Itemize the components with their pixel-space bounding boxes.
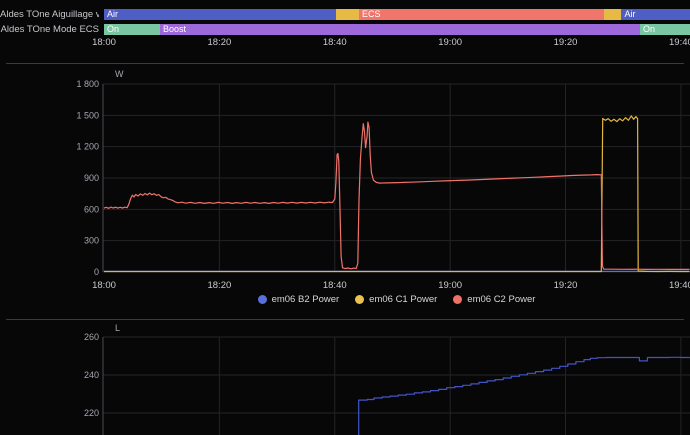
legend-series-dot-icon [355, 295, 364, 304]
timeline-row-mode-ecs: OnBoostOn [104, 24, 690, 35]
power-chart: 0 300 600 900 1 200 1 500 1 800 W 18:00 18:20 18:4… [0, 63, 690, 293]
x-tick-label: 19:20 [554, 280, 578, 291]
y-tick-label: 1 500 [76, 110, 99, 120]
series-line [358, 357, 690, 435]
y-tick-label: 300 [84, 236, 99, 246]
x-tick-label: 19:00 [438, 280, 462, 291]
x-tick-label: 18:40 [323, 280, 347, 291]
y-tick-label: 260 [84, 332, 99, 342]
y-tick-label: 600 [84, 204, 99, 214]
legend-item-em06-b2-power[interactable]: em06 B2 Power [258, 294, 340, 305]
legend-series-label: em06 C1 Power [369, 294, 437, 305]
timeline-segment-on: On [104, 24, 160, 35]
timeline-time-tick: 18:00 [87, 37, 121, 48]
x-tick-label: 18:20 [207, 280, 231, 291]
level-chart: 220 240 260 L [0, 319, 690, 435]
timeline-segment-ecs: ECS [359, 9, 604, 20]
timeline-segment-boost: Boost [160, 24, 640, 35]
dashboard: Aldes TOne Aiguillage vanne Aldes TOne M… [0, 0, 690, 435]
x-tick-label: 19:40 [669, 280, 690, 291]
timeline-time-tick: 19:20 [549, 37, 583, 48]
legend-series-label: em06 B2 Power [272, 294, 340, 305]
timeline-time-tick: 18:40 [318, 37, 352, 48]
timeline-time-tick: 18:20 [202, 37, 236, 48]
series-line-em06-c2-power [104, 122, 690, 269]
timeline-row-label-mode-ecs: Aldes TOne Mode ECS [0, 24, 99, 35]
timeline-time-tick: 19:00 [433, 37, 467, 48]
y-tick-label: 240 [84, 370, 99, 380]
timeline-segment-air: Air [104, 9, 336, 20]
x-tick-label: 18:00 [92, 280, 116, 291]
y-axis-unit-label: L [115, 323, 120, 333]
timeline-segment [336, 9, 359, 20]
y-tick-label: 1 800 [76, 79, 99, 89]
y-axis-unit-label: W [115, 69, 124, 79]
y-tick-label: 0 [94, 267, 99, 277]
timeline-row-vanne: Air ECS Air [104, 9, 690, 20]
timeline-time-axis: 18:00 18:20 18:40 19:00 19:20 19:40 [0, 37, 690, 49]
timeline-segment-air: Air [621, 9, 690, 20]
y-tick-label: 900 [84, 173, 99, 183]
y-tick-label: 1 200 [76, 142, 99, 152]
legend-series-dot-icon [258, 295, 267, 304]
legend-item-em06-c1-power[interactable]: em06 C1 Power [355, 294, 437, 305]
timeline-time-tick: 19:40 [664, 37, 690, 48]
timeline-row-label-vanne: Aldes TOne Aiguillage vanne [0, 9, 99, 20]
timeline-segment-on: On [640, 24, 690, 35]
legend-series-dot-icon [453, 295, 462, 304]
legend-series-label: em06 C2 Power [467, 294, 535, 305]
power-chart-legend: em06 B2 Power em06 C1 Power em06 C2 Power [103, 293, 690, 306]
timeline-segment [604, 9, 621, 20]
legend-item-em06-c2-power[interactable]: em06 C2 Power [453, 294, 535, 305]
y-tick-label: 220 [84, 408, 99, 418]
